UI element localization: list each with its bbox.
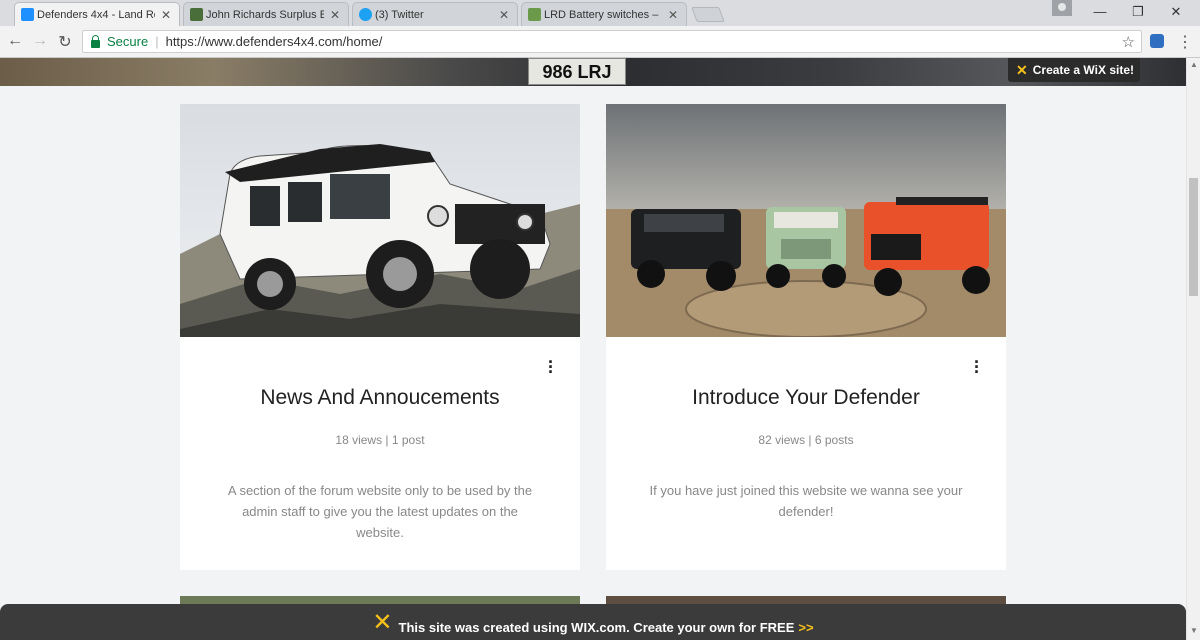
forward-arrow-icon[interactable]: →: [30, 32, 50, 50]
site-favicon-icon: [190, 8, 203, 21]
card-description: If you have just joined this website we …: [649, 483, 963, 519]
page-scrollbar[interactable]: ▲ ▼: [1186, 58, 1200, 640]
close-tab-icon[interactable]: ✕: [330, 8, 340, 22]
twitter-icon: [359, 8, 372, 21]
new-tab-button[interactable]: [691, 7, 725, 22]
bookmark-star-icon[interactable]: ☆: [1122, 33, 1135, 51]
wix-logo-icon: ✕: [1016, 61, 1028, 78]
card-stats: 82 views | 6 posts: [758, 433, 854, 447]
create-wix-label: Create a WiX site!: [1032, 63, 1134, 77]
wix-footer-banner[interactable]: ✕ This site was created using WIX.com. C…: [0, 604, 1186, 640]
address-bar[interactable]: Secure | https://www.defenders4x4.com/ho…: [82, 30, 1142, 53]
secure-label: Secure: [107, 34, 149, 49]
wix-logo-icon: ✕: [372, 608, 393, 636]
browser-menu-icon[interactable]: ⋮: [1177, 32, 1193, 52]
tab-twitter[interactable]: (3) Twitter ✕: [352, 2, 518, 26]
forum-card-introduce[interactable]: · · · Introduce Your Defender 82 views | 6…: [606, 104, 1006, 570]
tab-title: LRD Battery switches – L: [544, 8, 662, 21]
scroll-down-icon[interactable]: ▼: [1190, 626, 1198, 635]
close-tab-icon[interactable]: ✕: [668, 8, 678, 22]
lock-icon: [91, 34, 100, 48]
license-plate: 986 LRJ: [528, 58, 626, 85]
wix-footer-arrows[interactable]: >>: [798, 620, 813, 635]
tab-title: John Richards Surplus Ex: [206, 8, 324, 21]
wix-favicon-icon: [21, 8, 34, 21]
card-stats: 18 views | 1 post: [335, 433, 425, 447]
forum-card-news[interactable]: · · · News And Annoucements 18 views | 1 p…: [180, 104, 580, 570]
card-image-white-defender[interactable]: [180, 104, 580, 337]
card-title[interactable]: Introduce Your Defender: [606, 386, 1006, 410]
tab-defenders[interactable]: Defenders 4x4 - Land Ro ✕: [14, 2, 180, 26]
tab-title: (3) Twitter: [375, 8, 424, 21]
wix-footer-text[interactable]: This site was created using WIX.com. Cre…: [399, 620, 795, 635]
close-tab-icon[interactable]: ✕: [161, 8, 171, 22]
scrollbar-thumb[interactable]: [1189, 178, 1198, 296]
card-image-three-defenders[interactable]: [606, 104, 1006, 337]
create-wix-site-button[interactable]: ✕ Create a WiX site!: [1008, 58, 1140, 82]
reload-icon[interactable]: ↻: [55, 32, 75, 52]
card-more-options-icon[interactable]: · · ·: [974, 353, 980, 381]
profile-icon[interactable]: [1052, 0, 1072, 16]
tab-john-richards[interactable]: John Richards Surplus Ex ✕: [183, 2, 349, 26]
tab-strip: Defenders 4x4 - Land Ro ✕ John Richards …: [0, 0, 1200, 26]
site-favicon-icon: [528, 8, 541, 21]
separator: |: [155, 34, 159, 49]
card-more-options-icon[interactable]: · · ·: [548, 353, 554, 381]
tab-lrd[interactable]: LRD Battery switches – L ✕: [521, 2, 687, 26]
restore-icon[interactable]: ❐: [1128, 4, 1148, 20]
card-title[interactable]: News And Annoucements: [180, 386, 580, 410]
tab-title: Defenders 4x4 - Land Ro: [37, 8, 155, 21]
browser-toolbar: ← → ↻ Secure | https://www.defenders4x4.…: [0, 26, 1200, 58]
scroll-up-icon[interactable]: ▲: [1190, 60, 1198, 69]
back-arrow-icon[interactable]: ←: [5, 32, 25, 50]
minimize-icon[interactable]: —: [1090, 4, 1110, 19]
url-text[interactable]: https://www.defenders4x4.com/home/: [166, 34, 383, 49]
close-tab-icon[interactable]: ✕: [499, 8, 509, 22]
extension-icon[interactable]: [1150, 34, 1164, 48]
card-description: A section of the forum website only to b…: [227, 483, 533, 540]
close-window-icon[interactable]: ✕: [1166, 4, 1186, 20]
